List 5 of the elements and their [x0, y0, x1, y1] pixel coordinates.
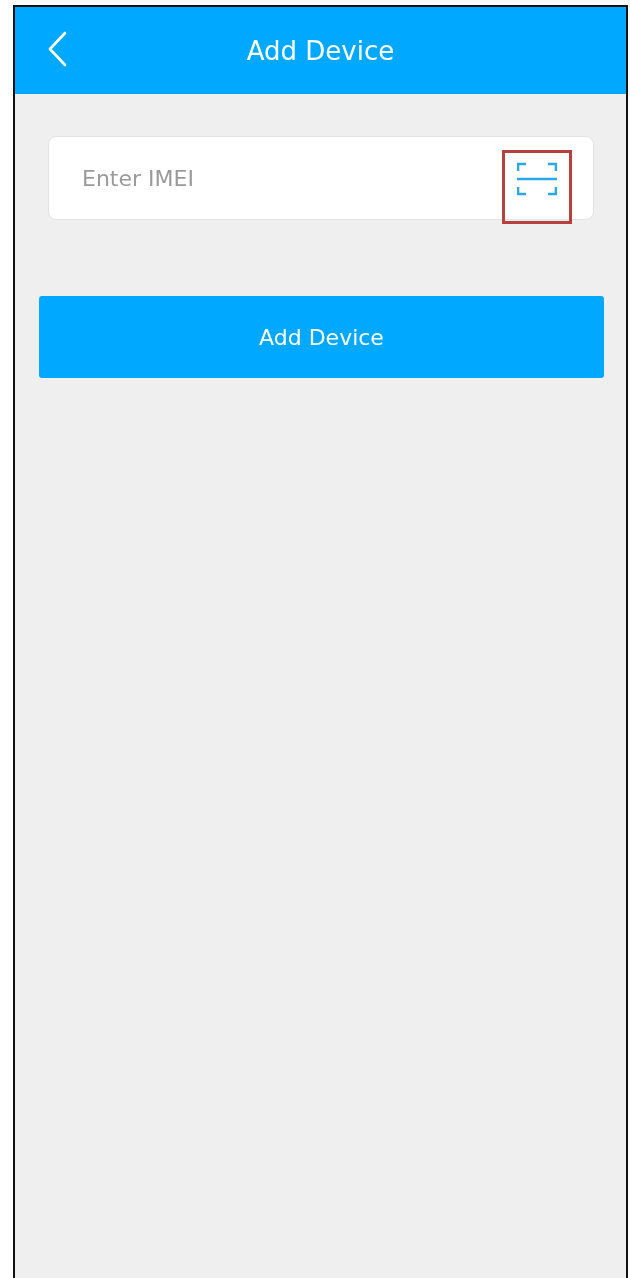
page-title: Add Device [246, 35, 395, 66]
imei-field[interactable]: Enter IMEI [48, 136, 594, 220]
back-icon[interactable] [47, 31, 67, 67]
add-device-button[interactable]: Add Device [39, 296, 604, 378]
scan-icon[interactable] [517, 162, 557, 196]
